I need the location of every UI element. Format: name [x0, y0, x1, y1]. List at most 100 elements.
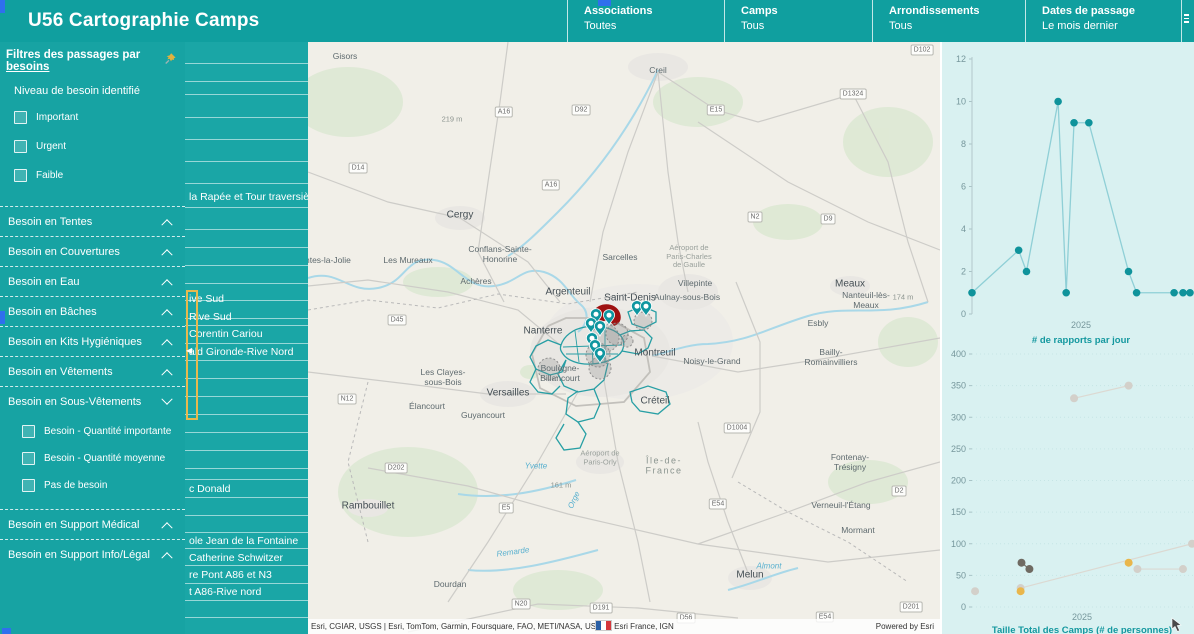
filters-pane: Filtres des passages par besoins Niveau …	[0, 42, 185, 634]
filter-camps[interactable]: Camps Tous	[724, 0, 872, 42]
powered-by-esri[interactable]: Powered by Esri	[876, 622, 940, 631]
map-visual[interactable]: Gisors Creil 219 m Cergy Mantes-la-Jolie Les …	[308, 42, 940, 634]
road-shield: N20	[511, 598, 531, 610]
filter-more-icon[interactable]	[1181, 0, 1190, 42]
road-shield: E15	[706, 104, 726, 116]
section-besoin-en-b-ches[interactable]: Besoin en Bâches	[0, 296, 185, 326]
need-level-option[interactable]: Urgent	[0, 132, 185, 161]
section-option[interactable]: Besoin - Quantité moyenne	[0, 445, 185, 472]
map-label: Guyancourt	[461, 410, 505, 421]
list-separator	[185, 94, 308, 95]
chevron-up-icon[interactable]	[161, 368, 173, 380]
section-besoin-en-support-info-l-gal[interactable]: Besoin en Support Info/Légal	[0, 539, 185, 569]
water-label: Almont	[756, 561, 782, 571]
list-item[interactable]: re Pont A86 et N3	[189, 567, 272, 584]
filter-label: Arrondissements	[889, 5, 980, 17]
list-item[interactable]: c Donald	[189, 481, 230, 498]
list-item[interactable]: ald Gironde-Rive Nord	[189, 344, 293, 361]
france-flag-icon[interactable]	[595, 620, 612, 631]
chevron-up-icon[interactable]	[161, 551, 173, 563]
map-attribution: Esri, CGIAR, USGS | Esri, TomTom, Garmin…	[308, 619, 940, 634]
list-separator	[185, 468, 308, 469]
checkbox-label: Important	[36, 112, 79, 123]
checkbox[interactable]	[14, 140, 27, 153]
checkbox[interactable]	[22, 452, 35, 465]
checkbox[interactable]	[22, 425, 35, 438]
map-label: Dourdan	[433, 579, 467, 590]
besoins-link[interactable]: besoins	[6, 61, 49, 73]
section-besoin-en-couvertures[interactable]: Besoin en Couvertures	[0, 236, 185, 266]
map-label: Créteil	[640, 395, 670, 407]
road-shield: D92	[571, 104, 591, 116]
checkbox[interactable]	[22, 479, 35, 492]
chevron-up-icon[interactable]	[161, 278, 173, 290]
pushpin-icon[interactable]	[164, 52, 177, 70]
need-level-options: Important Urgent Faible	[0, 103, 185, 190]
map-label: Élancourt	[409, 401, 445, 412]
filter-label: Camps	[741, 5, 778, 17]
chevron-up-icon[interactable]	[161, 308, 173, 320]
section-label: Besoin en Vêtements	[8, 365, 113, 378]
section-besoin-en-v-tements[interactable]: Besoin en Vêtements	[0, 356, 185, 386]
filter-associations[interactable]: Associations Toutes	[567, 0, 724, 42]
need-level-option[interactable]: Important	[0, 103, 185, 132]
chevron-down-icon[interactable]	[161, 393, 173, 405]
list-item[interactable]: Corentin Cariou	[189, 326, 263, 343]
series-gray-point	[971, 587, 980, 596]
y-tick-label: 200	[951, 476, 966, 486]
section-option[interactable]: Pas de besoin	[0, 472, 185, 499]
connector-line	[1020, 543, 1193, 589]
map-label: Mantes-la-Jolie	[308, 255, 351, 266]
x-axis-label: 2025	[1072, 612, 1092, 622]
reports-per-day-chart[interactable]: 0 2 4 6 8 10 12 2025 # de rapports par jour	[942, 42, 1194, 350]
need-level-option[interactable]: Faible	[0, 161, 185, 190]
camp-list: la Rapée et Tour traversière ive Sud Rive …	[185, 42, 308, 634]
list-separator	[185, 265, 308, 266]
chevron-up-icon[interactable]	[161, 521, 173, 533]
section-option[interactable]: Besoin - Quantité importante	[0, 418, 185, 445]
chart-title: # de rapports par jour	[1032, 335, 1130, 346]
section-besoin-en-tentes[interactable]: Besoin en Tentes	[0, 206, 185, 236]
checkbox[interactable]	[14, 169, 27, 182]
data-point	[968, 288, 976, 297]
pin-dot	[597, 350, 603, 356]
y-tick-label: 4	[961, 224, 966, 234]
list-item[interactable]: Catherine Schwitzer	[189, 550, 283, 567]
section-besoin-en-eau[interactable]: Besoin en Eau	[0, 266, 185, 296]
cluster-circle[interactable]	[620, 334, 634, 348]
list-item[interactable]: ole Jean de la Fontaine	[189, 533, 298, 550]
collapse-pane-arrow-icon[interactable]: ◀	[186, 346, 192, 355]
series-gray-point	[1070, 394, 1079, 403]
list-item[interactable]: t A86-Rive nord	[189, 584, 261, 601]
y-tick-label: 150	[951, 507, 966, 517]
map-label: Verneuil-l'Étang	[811, 500, 871, 511]
chevron-up-icon[interactable]	[161, 248, 173, 260]
map-label: Cergy	[446, 209, 474, 221]
checkbox-label: Urgent	[36, 141, 67, 152]
data-point	[1070, 118, 1078, 127]
chevron-up-icon[interactable]	[161, 338, 173, 350]
map-label: Fontenay- Trésigny	[830, 452, 870, 472]
section-besoin-en-sous-v-tements[interactable]: Besoin en Sous-Vêtements	[0, 386, 185, 416]
filter-dates-de-passage[interactable]: Dates de passage Le mois dernier	[1025, 0, 1181, 42]
road-shield: D45	[387, 314, 407, 326]
data-point	[1054, 97, 1062, 106]
section-label: Besoin en Bâches	[8, 305, 97, 318]
data-point	[1124, 267, 1133, 276]
checkbox[interactable]	[14, 111, 27, 124]
y-tick-label: 0	[961, 309, 966, 319]
section-besoin-en-kits-hygi-niques[interactable]: Besoin en Kits Hygiéniques	[0, 326, 185, 356]
chevron-up-icon[interactable]	[161, 218, 173, 230]
camp-size-chart[interactable]: 0 50 100 150 200 250 300 350 400 2025 Taille Total…	[942, 350, 1194, 634]
list-item[interactable]: la Rapée et Tour traversière	[189, 189, 308, 206]
filter-arrondissements[interactable]: Arrondissements Tous	[872, 0, 1025, 42]
map-label: Mormant	[841, 525, 875, 536]
section-label: Besoin en Support Médical	[8, 518, 140, 531]
need-level-heading: Niveau de besoin identifié	[14, 85, 140, 97]
water-label: Yvette	[524, 461, 548, 471]
section-besoin-en-support-m-dical[interactable]: Besoin en Support Médical	[0, 509, 185, 539]
app-header: U56 Cartographie Camps Associations Toute…	[0, 0, 1194, 42]
filter-label: Dates de passage	[1042, 5, 1135, 17]
map-label: Villepinte	[677, 278, 713, 289]
focus-fragment	[0, 311, 5, 324]
